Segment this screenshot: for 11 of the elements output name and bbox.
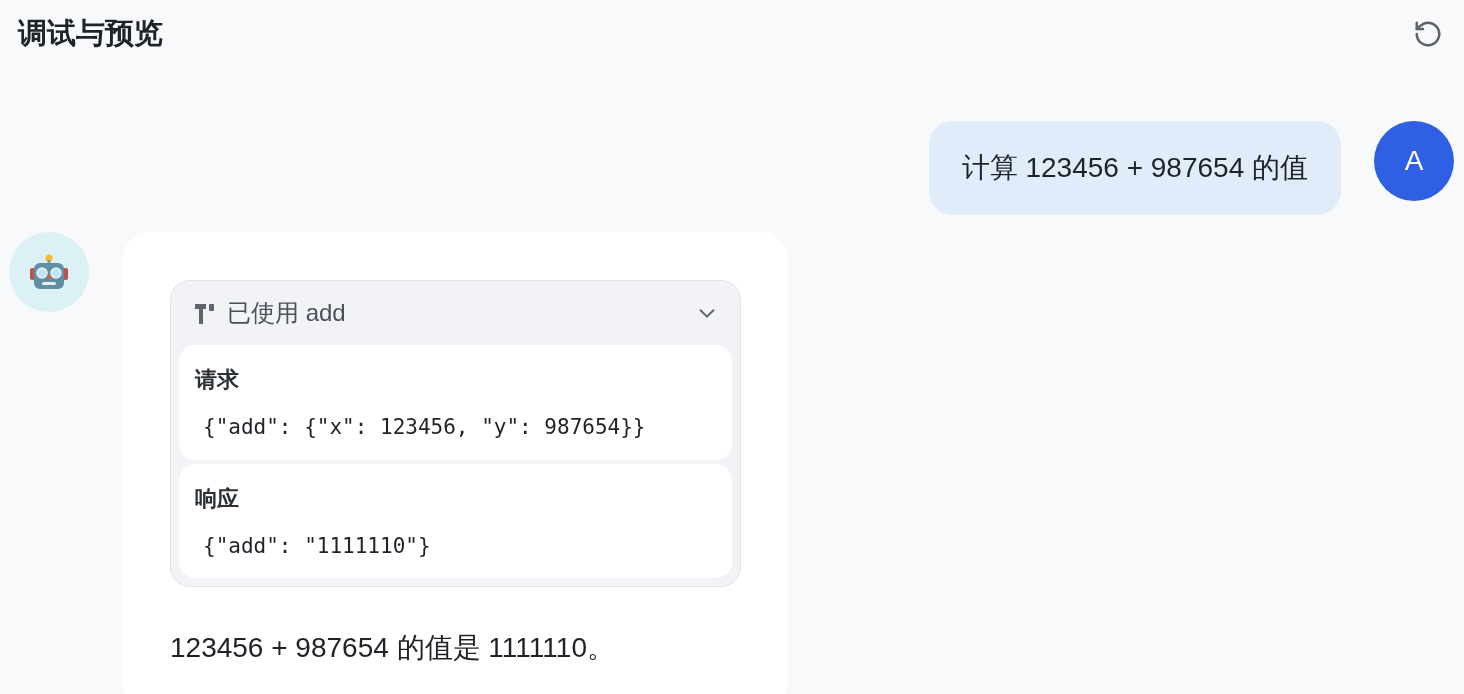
message-text: 123456 + 987654 的值是 1111110。 (170, 631, 616, 665)
user-avatar: A (1374, 121, 1454, 201)
tool-icon (193, 301, 217, 325)
section-title: 请求 (195, 366, 240, 394)
robot-icon (29, 254, 69, 290)
code-text: {"add": {"x": 123456, "y": 987654}} (202, 414, 647, 441)
tool-call-toggle[interactable]: 已使用 add (171, 281, 740, 345)
panel-title: 调试与预览 (18, 16, 163, 52)
code-text: {"add": "1111110"} (202, 532, 432, 560)
section-title: 响应 (195, 484, 240, 513)
message-bubble: 计算 123456 + 987654 的值 (928, 121, 1341, 215)
